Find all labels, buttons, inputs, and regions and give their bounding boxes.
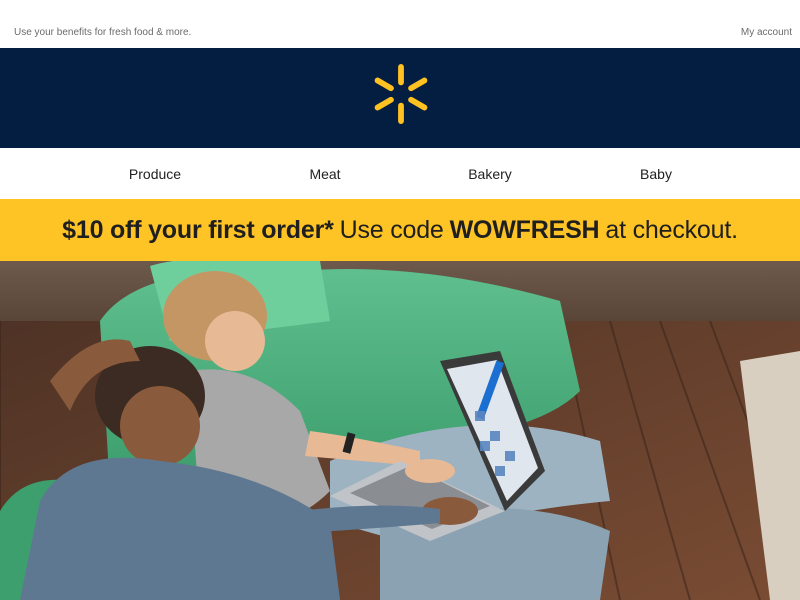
my-account-link[interactable]: My account [741, 27, 792, 38]
nav-item-meat[interactable]: Meat [309, 166, 340, 182]
nav-item-bakery[interactable]: Bakery [468, 166, 512, 182]
nav-item-baby[interactable]: Baby [640, 166, 672, 182]
promo-banner[interactable]: $10 off your first order* Use code WOWFR… [0, 199, 800, 261]
category-nav: Produce Meat Bakery Baby [0, 148, 800, 199]
email-page: Use your benefits for fresh food & more.… [0, 0, 800, 600]
nav-item-produce[interactable]: Produce [129, 166, 181, 182]
promo-use-code-text: Use code [339, 215, 444, 244]
hero-image[interactable] [0, 261, 800, 600]
promo-code: WOWFRESH [449, 215, 600, 244]
walmart-spark-icon [374, 64, 428, 124]
promo-checkout-text: at checkout. [605, 215, 738, 244]
couple-laptop-photo [0, 261, 800, 600]
brand-header [0, 48, 800, 148]
promo-offer-text: $10 off your first order* [62, 215, 334, 244]
top-bar: Use your benefits for fresh food & more.… [0, 0, 800, 48]
benefits-tagline-link[interactable]: Use your benefits for fresh food & more. [14, 27, 191, 38]
